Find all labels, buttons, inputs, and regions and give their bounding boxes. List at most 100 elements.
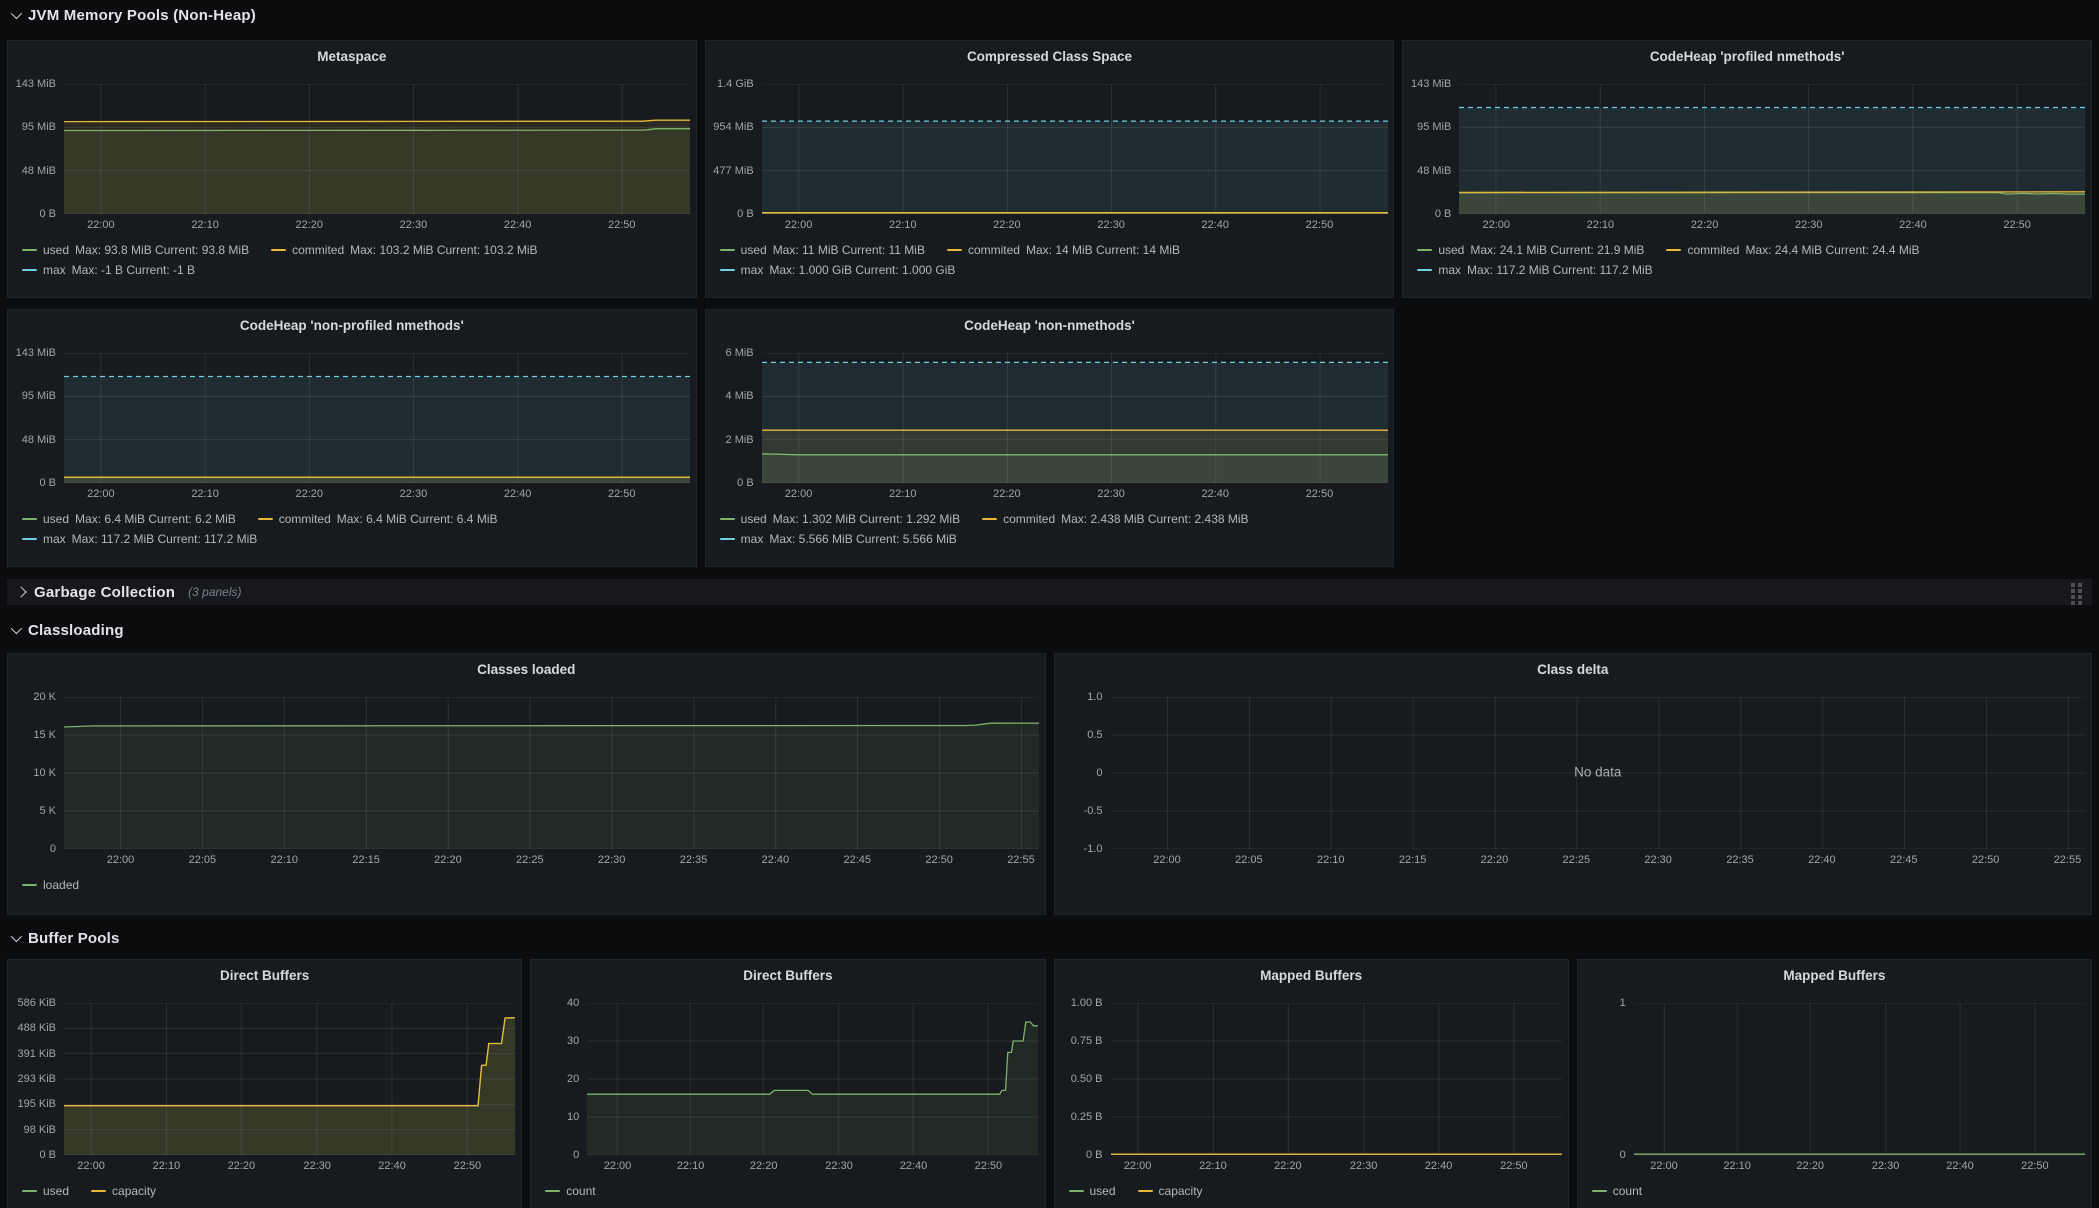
legend: count	[545, 1181, 1032, 1201]
x-tick-label: 22:40	[1202, 219, 1230, 231]
legend-item-capacity[interactable]: capacity	[1138, 1181, 1203, 1201]
legend-item-count[interactable]: count	[545, 1181, 595, 1201]
y-tick-label: 95 MiB	[1417, 121, 1451, 133]
panel-title[interactable]: Mapped Buffers	[1061, 960, 1562, 983]
x-tick-label: 22:20	[1691, 219, 1719, 231]
y-tick-label: 48 MiB	[22, 434, 56, 446]
x-axis: 22:0022:1022:2022:3022:4022:50	[64, 483, 690, 505]
legend-series-values: Max: 2.438 MiB Current: 2.438 MiB	[1061, 509, 1248, 529]
legend-item-commited[interactable]: commitedMax: 2.438 MiB Current: 2.438 Mi…	[982, 509, 1248, 529]
x-tick-label: 22:30	[303, 1160, 331, 1172]
x-tick-label: 22:35	[1726, 854, 1754, 866]
y-tick-label: 143 MiB	[16, 347, 56, 359]
legend-color-dash	[22, 538, 37, 541]
legend-item-capacity[interactable]: capacity	[91, 1181, 156, 1201]
legend-series-values: Max: -1 B Current: -1 B	[72, 260, 195, 280]
plot	[1634, 1003, 2085, 1155]
legend-item-used[interactable]: usedMax: 1.302 MiB Current: 1.292 MiB	[720, 509, 960, 529]
legend-item-used[interactable]: used	[1069, 1181, 1116, 1201]
plot: No data	[1111, 697, 2086, 849]
x-tick-label: 22:00	[1124, 1160, 1152, 1172]
x-tick-label: 22:25	[516, 854, 544, 866]
panel-mapped-buffers-count: Mapped Buffers0122:0022:1022:2022:3022:4…	[1577, 959, 2092, 1208]
y-axis: 05 K10 K15 K20 K	[14, 697, 64, 849]
panel-title[interactable]: CodeHeap 'profiled nmethods'	[1409, 41, 2085, 64]
panel-classes-loaded: Classes loaded05 K10 K15 K20 K22:0022:05…	[7, 653, 1046, 915]
panel-title[interactable]: Direct Buffers	[537, 960, 1038, 983]
legend: usedMax: 93.8 MiB Current: 93.8 MiB commi…	[22, 240, 684, 280]
y-axis: 0 B0.25 B0.50 B0.75 B1.00 B	[1061, 1003, 1111, 1155]
legend-item-max[interactable]: maxMax: -1 B Current: -1 B	[22, 260, 195, 280]
y-tick-label: 48 MiB	[1417, 165, 1451, 177]
y-axis: -1.0-0.500.51.0	[1061, 697, 1111, 849]
plot	[64, 1003, 515, 1155]
legend-series-name: max	[43, 529, 66, 549]
panel-title[interactable]: Classes loaded	[14, 654, 1039, 677]
x-tick-label: 22:45	[1890, 854, 1918, 866]
chart-canvas	[1459, 84, 2085, 214]
grafana-dashboard: JVM Memory Pools (Non-Heap) Metaspace 0 B…	[0, 0, 2099, 1208]
legend-series-values: Max: 11 MiB Current: 11 MiB	[773, 240, 925, 260]
legend-item-used[interactable]: usedMax: 11 MiB Current: 11 MiB	[720, 240, 925, 260]
legend-item-max[interactable]: maxMax: 5.566 MiB Current: 5.566 MiB	[720, 529, 957, 549]
panel-title[interactable]: CodeHeap 'non-profiled nmethods'	[14, 310, 690, 333]
legend-item-max[interactable]: maxMax: 1.000 GiB Current: 1.000 GiB	[720, 260, 956, 280]
x-tick-label: 22:40	[1899, 219, 1927, 231]
legend-item-used[interactable]: used	[22, 1181, 69, 1201]
x-tick-label: 22:40	[504, 219, 532, 231]
legend-color-dash	[982, 518, 997, 521]
x-tick-label: 22:30	[1097, 219, 1125, 231]
x-tick-label: 22:00	[107, 854, 135, 866]
legend-item-loaded[interactable]: loaded	[22, 875, 79, 895]
legend-row: count	[1592, 1181, 2079, 1201]
legend-item-count[interactable]: count	[1592, 1181, 1642, 1201]
y-tick-label: 20 K	[33, 691, 56, 703]
y-tick-label: 488 KiB	[17, 1022, 56, 1034]
x-tick-label: 22:00	[1482, 219, 1510, 231]
section-header-jvm-memory-pools[interactable]: JVM Memory Pools (Non-Heap)	[7, 0, 2092, 30]
panel-title[interactable]: Metaspace	[14, 41, 690, 64]
y-tick-label: 0 B	[39, 1149, 56, 1161]
x-tick-label: 22:10	[1587, 219, 1615, 231]
x-tick-label: 22:15	[352, 854, 380, 866]
y-tick-label: 0 B	[1435, 208, 1452, 220]
legend-item-commited[interactable]: commitedMax: 103.2 MiB Current: 103.2 Mi…	[271, 240, 537, 260]
section-header-buffer-pools[interactable]: Buffer Pools	[7, 923, 2092, 953]
y-tick-label: 1.0	[1087, 691, 1102, 703]
legend-series-name: max	[741, 529, 764, 549]
panel-title[interactable]: Compressed Class Space	[712, 41, 1388, 64]
legend-item-max[interactable]: maxMax: 117.2 MiB Current: 117.2 MiB	[1417, 260, 1652, 280]
x-tick-label: 22:40	[504, 488, 532, 500]
chart-canvas	[64, 697, 1039, 849]
legend-series-name: used	[43, 1181, 69, 1201]
row-drag-handle-icon[interactable]	[2071, 582, 2083, 604]
y-tick-label: 143 MiB	[1411, 78, 1451, 90]
legend-item-used[interactable]: usedMax: 93.8 MiB Current: 93.8 MiB	[22, 240, 249, 260]
legend-item-commited[interactable]: commitedMax: 14 MiB Current: 14 MiB	[947, 240, 1180, 260]
x-tick-label: 22:20	[295, 219, 323, 231]
legend-series-values: Max: 1.000 GiB Current: 1.000 GiB	[769, 260, 955, 280]
section-header-classloading[interactable]: Classloading	[7, 615, 2092, 645]
legend-item-used[interactable]: usedMax: 6.4 MiB Current: 6.2 MiB	[22, 509, 236, 529]
legend-item-used[interactable]: usedMax: 24.1 MiB Current: 21.9 MiB	[1417, 240, 1644, 260]
classloading-row: Classes loaded05 K10 K15 K20 K22:0022:05…	[7, 653, 2092, 915]
legend-item-max[interactable]: maxMax: 117.2 MiB Current: 117.2 MiB	[22, 529, 257, 549]
legend-color-dash	[720, 518, 735, 521]
y-tick-label: 48 MiB	[22, 165, 56, 177]
section-header-garbage-collection[interactable]: Garbage Collection (3 panels)	[7, 579, 2092, 605]
plot	[762, 84, 1388, 214]
legend-item-commited[interactable]: commitedMax: 6.4 MiB Current: 6.4 MiB	[258, 509, 498, 529]
panel-title[interactable]: CodeHeap 'non-nmethods'	[712, 310, 1388, 333]
legend-series-values: Max: 5.566 MiB Current: 5.566 MiB	[769, 529, 956, 549]
legend-series-name: max	[741, 260, 764, 280]
x-tick-label: 22:45	[843, 854, 871, 866]
legend-color-dash	[22, 249, 37, 252]
section-title: Classloading	[28, 622, 124, 639]
panel-title[interactable]: Mapped Buffers	[1584, 960, 2085, 983]
legend-row: maxMax: 5.566 MiB Current: 5.566 MiB	[720, 529, 1382, 549]
plot-area: 0 B477 MiB954 MiB1.4 GiB	[712, 84, 1388, 214]
panel-title[interactable]: Class delta	[1061, 654, 2086, 677]
panel-title[interactable]: Direct Buffers	[14, 960, 515, 983]
x-tick-label: 22:00	[785, 488, 813, 500]
legend-item-commited[interactable]: commitedMax: 24.4 MiB Current: 24.4 MiB	[1666, 240, 1919, 260]
